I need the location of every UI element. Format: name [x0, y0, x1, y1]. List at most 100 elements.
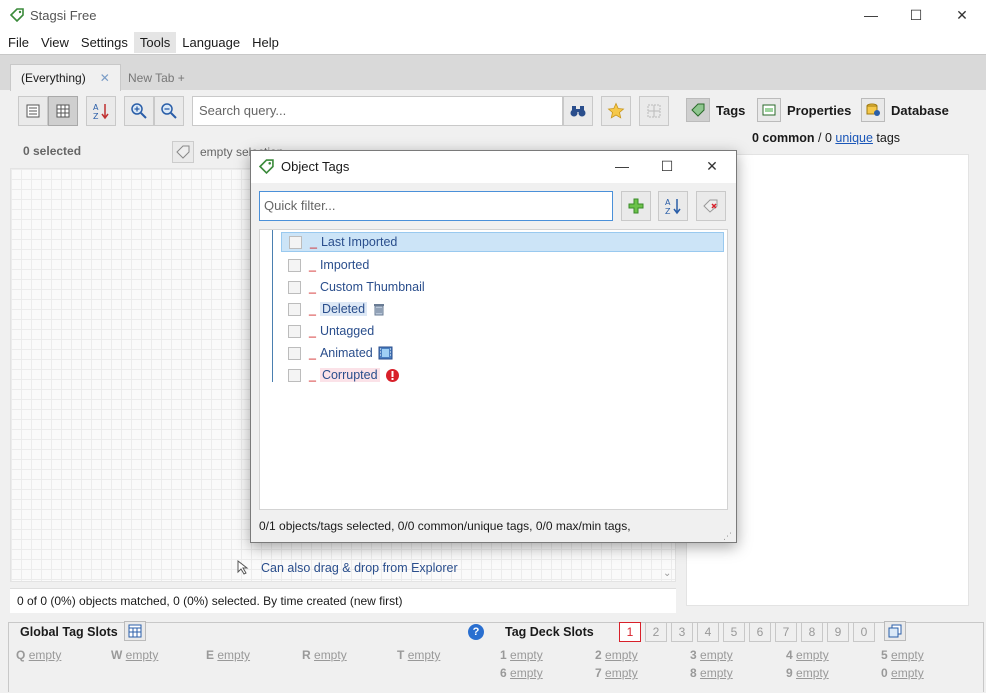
sort-button[interactable]: AZ — [86, 96, 116, 126]
close-button[interactable]: ✕ — [939, 0, 985, 30]
favorites-button[interactable] — [601, 96, 631, 126]
tag-checkbox[interactable] — [288, 280, 301, 294]
dialog-minimize-button[interactable]: — — [599, 151, 645, 181]
tag-remove-icon — [703, 199, 718, 213]
tag-label: Animated — [319, 346, 373, 360]
deck-number-5[interactable]: 5 — [723, 622, 745, 642]
tag-row-animated[interactable]: _ Animated — [281, 343, 393, 363]
svg-text:Z: Z — [665, 207, 671, 215]
deck-number-9[interactable]: 9 — [827, 622, 849, 642]
deck-manage-button[interactable] — [884, 621, 906, 641]
menu-settings[interactable]: Settings — [75, 32, 134, 53]
tab-properties[interactable]: Properties — [757, 97, 851, 123]
deck-number-0[interactable]: 0 — [853, 622, 875, 642]
deck-number-6[interactable]: 6 — [749, 622, 771, 642]
tag-row-untagged[interactable]: _ Untagged — [281, 321, 374, 341]
deck-slot-6[interactable]: 6 empty — [500, 666, 543, 680]
global-slots-button[interactable] — [124, 621, 146, 641]
grid-view-button[interactable] — [48, 96, 78, 126]
deck-number-7[interactable]: 7 — [775, 622, 797, 642]
tag-checkbox[interactable] — [289, 235, 302, 249]
help-icon[interactable]: ? — [468, 624, 484, 640]
minimize-button[interactable]: — — [848, 0, 894, 30]
tag-summary: 0 common / 0 unique tags — [752, 131, 900, 145]
sort-tags-button[interactable]: AZ — [658, 191, 688, 221]
tab-database-label: Database — [891, 102, 949, 118]
tag-tree[interactable]: _ Last Imported _ Imported _ Custom Thum… — [259, 229, 728, 510]
selection-tag-button[interactable] — [172, 141, 194, 163]
global-slot-e[interactable]: E empty — [206, 648, 250, 662]
search-button[interactable] — [563, 96, 593, 126]
global-slot-w[interactable]: W empty — [111, 648, 158, 662]
dialog-close-button[interactable]: ✕ — [689, 151, 735, 181]
tag-checkbox[interactable] — [288, 258, 301, 272]
menu-tools[interactable]: Tools — [133, 31, 177, 53]
new-tab-button[interactable]: New Tab + — [118, 64, 195, 91]
zoom-out-button[interactable] — [154, 96, 184, 126]
maximize-button[interactable]: ☐ — [893, 0, 939, 30]
select-mode-button[interactable] — [639, 96, 669, 126]
scroll-down-icon[interactable]: ⌄ — [663, 568, 671, 579]
tag-checkbox[interactable] — [288, 324, 301, 338]
tag-row-custom-thumbnail[interactable]: _ Custom Thumbnail — [281, 277, 425, 297]
deck-number-4[interactable]: 4 — [697, 622, 719, 642]
global-slot-r[interactable]: R empty — [302, 648, 347, 662]
zoom-out-icon — [161, 103, 177, 119]
tag-row-imported[interactable]: _ Imported — [281, 255, 369, 275]
remove-tag-button[interactable] — [696, 191, 726, 221]
deck-number-2[interactable]: 2 — [645, 622, 667, 642]
tag-checkbox[interactable] — [288, 302, 301, 316]
search-input[interactable]: Search query... — [192, 96, 563, 126]
tab-close-icon[interactable]: ✕ — [100, 71, 110, 85]
tag-checkbox[interactable] — [288, 368, 301, 382]
zoom-in-button[interactable] — [124, 96, 154, 126]
tab-tags-label: Tags — [716, 102, 746, 118]
menu-bar: File View Settings Tools Language Help — [0, 30, 986, 54]
tag-label: Corrupted — [319, 368, 380, 382]
menu-language[interactable]: Language — [176, 32, 246, 53]
deck-number-8[interactable]: 8 — [801, 622, 823, 642]
deck-slot-8[interactable]: 8 empty — [690, 666, 733, 680]
tab-tags[interactable]: Tags — [686, 97, 745, 123]
deck-slot-3[interactable]: 3 empty — [690, 648, 733, 662]
unique-link[interactable]: unique — [835, 131, 873, 145]
tag-label: Custom Thumbnail — [319, 280, 425, 294]
tag-label: Deleted — [319, 302, 368, 316]
deck-slot-4[interactable]: 4 empty — [786, 648, 829, 662]
add-tag-button[interactable] — [621, 191, 651, 221]
deck-slot-1[interactable]: 1 empty — [500, 648, 543, 662]
tab-everything[interactable]: (Everything) ✕ — [10, 64, 121, 91]
tag-row-corrupted[interactable]: _ Corrupted — [281, 365, 400, 385]
global-slot-q[interactable]: Q empty — [16, 648, 61, 662]
dialog-title-bar: Object Tags — ☐ ✕ — [251, 151, 736, 183]
global-slot-t[interactable]: T empty — [397, 648, 440, 662]
list-view-icon — [26, 104, 40, 118]
tag-row-last-imported[interactable]: _ Last Imported — [281, 232, 724, 252]
resize-grip-icon[interactable]: ⋰ — [723, 531, 732, 542]
tab-database[interactable]: Database — [861, 97, 949, 123]
quick-filter-input[interactable]: Quick filter... — [259, 191, 613, 221]
app-tag-icon — [10, 8, 24, 22]
deck-slot-2[interactable]: 2 empty — [595, 648, 638, 662]
sort-az-icon: AZ — [665, 198, 681, 215]
zoom-in-icon — [131, 103, 147, 119]
sort-az-icon: AZ — [93, 103, 109, 120]
summary-sep: / 0 — [818, 131, 832, 145]
deck-slot-9[interactable]: 9 empty — [786, 666, 829, 680]
dialog-maximize-button[interactable]: ☐ — [644, 151, 690, 181]
tag-checkbox[interactable] — [288, 346, 301, 360]
deck-slot-0[interactable]: 0 empty — [881, 666, 924, 680]
deck-slot-7[interactable]: 7 empty — [595, 666, 638, 680]
tag-icon — [176, 145, 190, 159]
tree-guide-line — [272, 230, 273, 382]
deck-number-1[interactable]: 1 — [619, 622, 641, 642]
dialog-title: Object Tags — [281, 159, 350, 174]
menu-view[interactable]: View — [35, 32, 75, 53]
list-view-button[interactable] — [18, 96, 48, 126]
menu-help[interactable]: Help — [246, 32, 285, 53]
deck-number-3[interactable]: 3 — [671, 622, 693, 642]
tag-row-deleted[interactable]: _ Deleted — [281, 299, 386, 319]
film-icon — [378, 346, 393, 360]
menu-file[interactable]: File — [2, 32, 35, 53]
deck-slot-5[interactable]: 5 empty — [881, 648, 924, 662]
